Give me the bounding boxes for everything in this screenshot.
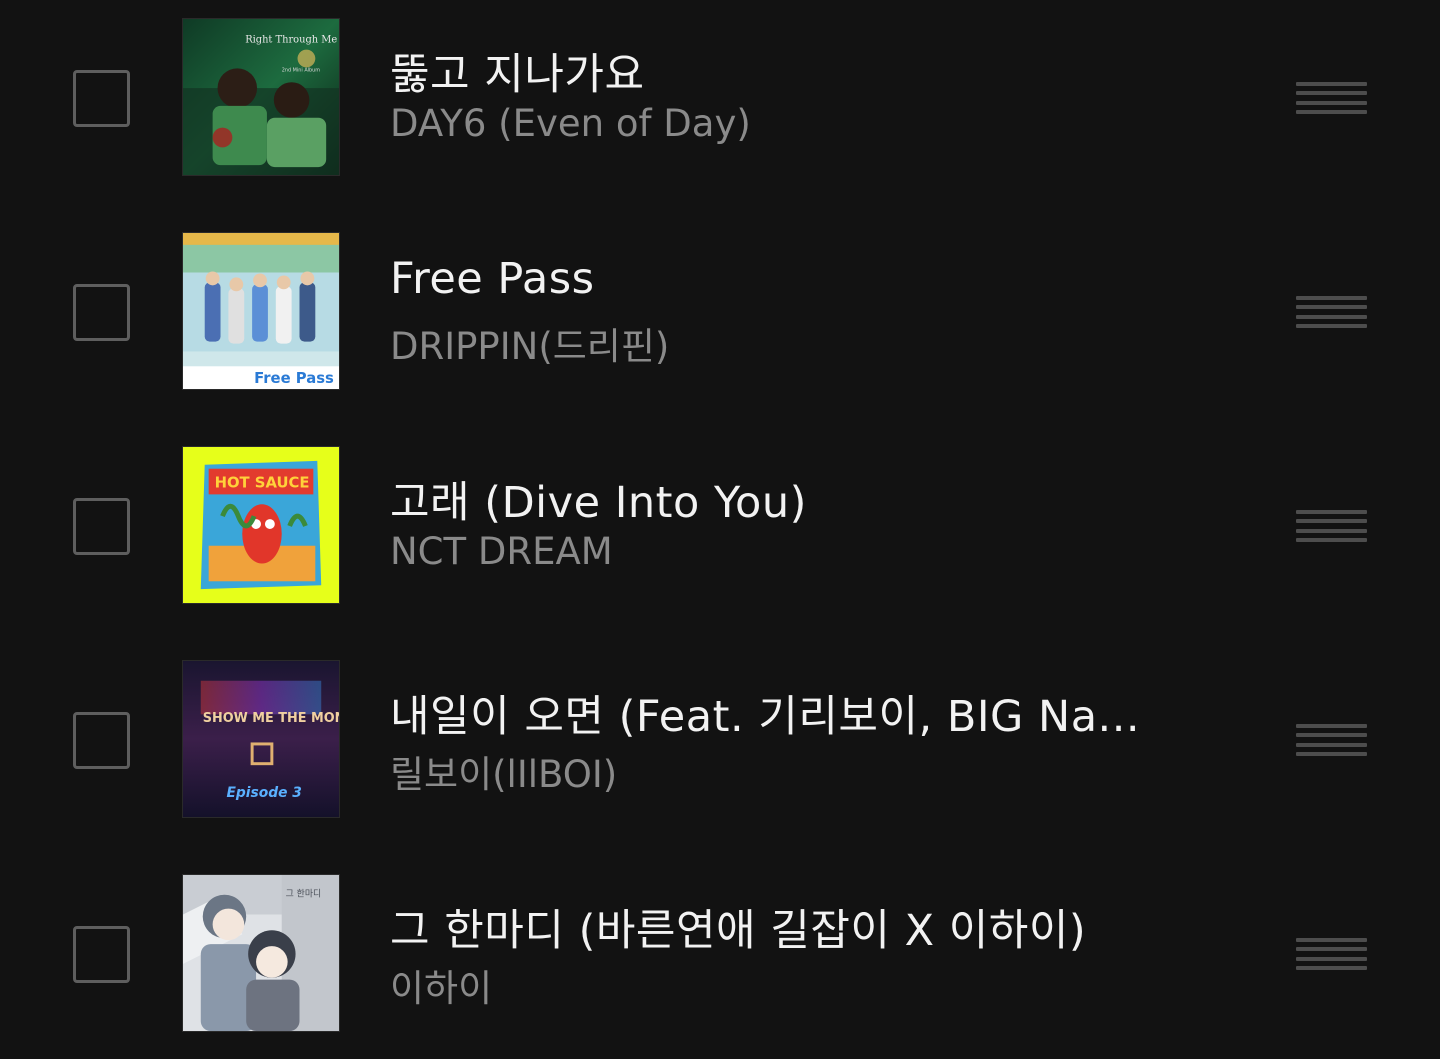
track-row[interactable]: Right Through Me 2nd Mini Album 뚫고 지나가요 … bbox=[0, 18, 1440, 178]
track-row[interactable]: HOT SAUCE 고래 (Dive Into You) NCT DREAM bbox=[0, 446, 1440, 606]
track-checkbox[interactable] bbox=[73, 926, 130, 983]
drag-handle-icon[interactable] bbox=[1296, 938, 1367, 970]
drag-handle-icon[interactable] bbox=[1296, 296, 1367, 328]
album-art-smtm-image: SHOW ME THE MONEY Episode 3 bbox=[183, 661, 339, 817]
album-art: Free Pass bbox=[182, 232, 340, 390]
drag-handle-icon[interactable] bbox=[1296, 510, 1367, 542]
track-artist: 이하이 bbox=[390, 967, 493, 1010]
album-art: HOT SAUCE bbox=[182, 446, 340, 604]
track-row[interactable]: 그 한마디 그 한마디 (바른연애 길잡이 X 이하이) 이하이 bbox=[0, 874, 1440, 1034]
playlist-track-list: Right Through Me 2nd Mini Album 뚫고 지나가요 … bbox=[0, 0, 1440, 1059]
track-row[interactable]: Free Pass Free Pass DRIPPIN(드리핀) bbox=[0, 232, 1440, 392]
track-checkbox[interactable] bbox=[73, 712, 130, 769]
drag-handle-icon[interactable] bbox=[1296, 724, 1367, 756]
album-art-drippin-image: Free Pass bbox=[183, 233, 339, 389]
album-art: SHOW ME THE MONEY Episode 3 bbox=[182, 660, 340, 818]
track-checkbox[interactable] bbox=[73, 70, 130, 127]
album-art-subcaption: Episode 3 bbox=[226, 785, 301, 801]
track-artist: DRIPPIN(드리핀) bbox=[390, 325, 670, 368]
album-art-webtoon-image: 그 한마디 bbox=[183, 875, 339, 1031]
track-checkbox[interactable] bbox=[73, 498, 130, 555]
album-art-caption: 그 한마디 bbox=[286, 889, 321, 900]
album-art-day6-image: Right Through Me 2nd Mini Album bbox=[183, 19, 339, 175]
drag-handle-icon[interactable] bbox=[1296, 82, 1367, 114]
track-title: 뚫고 지나가요 bbox=[390, 50, 645, 100]
track-artist: DAY6 (Even of Day) bbox=[390, 102, 751, 145]
track-title: 내일이 오면 (Feat. 기리보이, BIG Na... bbox=[390, 692, 1141, 742]
album-art-caption: HOT SAUCE bbox=[215, 474, 310, 491]
album-art-caption: SHOW ME THE MONEY bbox=[203, 711, 339, 726]
album-art-subcaption: 2nd Mini Album bbox=[282, 67, 321, 73]
track-checkbox[interactable] bbox=[73, 284, 130, 341]
album-art: Right Through Me 2nd Mini Album bbox=[182, 18, 340, 176]
track-row[interactable]: SHOW ME THE MONEY Episode 3 내일이 오면 (Feat… bbox=[0, 660, 1440, 820]
album-art-caption: Free Pass bbox=[254, 370, 334, 387]
album-art-nct-dream-image: HOT SAUCE bbox=[183, 447, 339, 603]
track-artist: 릴보이(lIlBOI) bbox=[390, 753, 618, 796]
track-title: 그 한마디 (바른연애 길잡이 X 이하이) bbox=[390, 906, 1087, 956]
album-art: 그 한마디 bbox=[182, 874, 340, 1032]
track-title: Free Pass bbox=[390, 254, 595, 304]
track-title: 고래 (Dive Into You) bbox=[390, 478, 807, 528]
track-artist: NCT DREAM bbox=[390, 530, 613, 573]
album-art-caption: Right Through Me bbox=[245, 35, 337, 46]
